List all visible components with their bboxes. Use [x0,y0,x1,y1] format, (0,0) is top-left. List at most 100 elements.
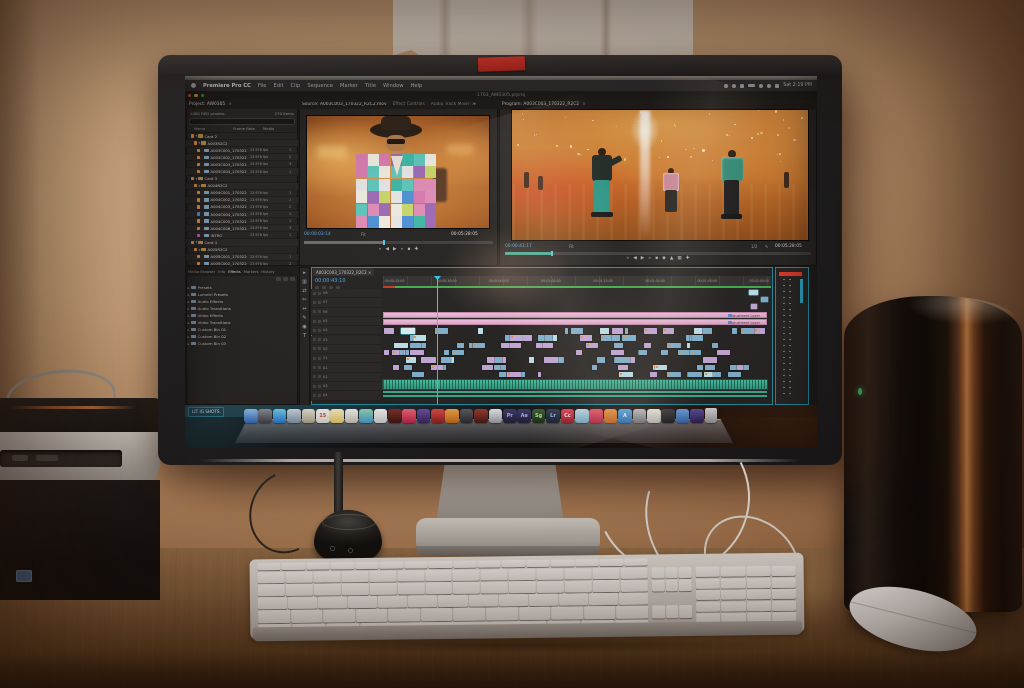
textedit-icon[interactable] [345,409,359,423]
video-clip[interactable] [487,357,495,363]
track-lock-icon[interactable] [313,375,316,378]
menu-app-name[interactable]: Premiere Pro CC [203,83,251,89]
mark-out-button[interactable]: ▪ [407,248,410,253]
track-lock-icon[interactable] [313,310,316,313]
meter-scrollbar[interactable] [800,279,803,303]
calendar-icon[interactable]: 15 [316,409,330,423]
source-playhead-thumb[interactable] [383,240,385,245]
video-clip[interactable] [713,372,722,378]
video-clip[interactable] [743,365,749,371]
track-visibility-icon[interactable] [318,310,321,313]
ripple-edit-tool[interactable]: ⇄ [302,289,306,294]
safari-icon[interactable] [273,409,287,423]
video-clip[interactable] [482,365,493,371]
project-row[interactable]: A003C004_17032223.976 fps1 [186,168,298,175]
launchpad-icon[interactable] [258,409,272,423]
project-row[interactable]: ▾A005R2C2 [186,247,298,254]
track-visibility-icon[interactable] [318,338,321,341]
label-color-chip[interactable] [197,156,200,159]
quicktime-icon[interactable] [489,409,503,423]
photo-booth-icon[interactable] [388,409,402,423]
browser-row[interactable]: ▸Lumetri Presets [186,291,298,298]
track-visibility-icon[interactable] [318,347,321,350]
track-lock-icon[interactable] [313,338,316,341]
video-clip[interactable] [410,343,421,349]
video-clip[interactable] [751,304,757,309]
video-clip[interactable] [495,357,502,363]
program-resolution-select[interactable]: 1/2 [751,244,757,249]
orange-utility-icon[interactable] [445,409,459,423]
red-video-app-icon[interactable] [431,409,445,423]
track-visibility-icon[interactable] [318,385,321,388]
source-current-timecode[interactable]: 00:00:03:14 [304,232,331,237]
video-clip[interactable] [728,372,741,378]
label-color-chip[interactable] [197,212,200,215]
fx-badge[interactable] [755,329,757,331]
track-lock-icon[interactable] [313,357,316,360]
track-header-v4[interactable]: V4 [311,326,381,335]
browser-row[interactable]: ▸Custom Bin 02 [186,333,298,340]
project-row[interactable]: A004C001_17032223.976 fps1 [186,190,298,197]
finder-icon[interactable] [244,409,258,423]
close-icon[interactable]: × [228,102,232,107]
column-media[interactable]: Media [263,126,274,131]
track-header-v2[interactable]: V2 [311,345,381,354]
fx-badge[interactable] [453,351,455,353]
wifi-icon[interactable] [759,84,763,88]
column-name[interactable]: Name [194,126,205,131]
track-visibility-icon[interactable] [318,394,321,397]
project-row[interactable]: A004C005_17032223.976 fps1 [186,218,298,225]
browser-row[interactable]: ▸Audio Effects [186,298,298,305]
menu-item-title[interactable]: Title [365,83,376,89]
track-lock-icon[interactable] [313,301,316,304]
label-color-chip[interactable] [197,163,200,166]
menu-item-help[interactable]: Help [410,83,422,89]
track-visibility-icon[interactable] [318,366,321,369]
pen-tool[interactable]: ✎ [302,316,306,321]
menu-item-clip[interactable]: Clip [291,83,301,89]
track-lock-icon[interactable] [313,385,316,388]
video-clip[interactable] [393,365,400,371]
video-clip[interactable] [494,365,500,371]
razor-tool[interactable]: ✄ [302,298,306,303]
project-row[interactable]: ▾Card 2 [186,133,298,140]
video-clip[interactable] [384,350,389,356]
notes-icon[interactable] [330,409,344,423]
track-header-v3[interactable]: V3 [311,336,381,345]
label-color-chip[interactable] [197,191,200,194]
project-row[interactable]: A004C006_17032223.976 fps3 [186,225,298,232]
video-clip[interactable] [410,335,413,341]
track-visibility-icon[interactable] [318,375,321,378]
track-header-v6[interactable]: V6 [311,308,381,317]
tab-project[interactable]: Project: AW0305 [186,102,228,107]
step-forward-button[interactable]: » [401,248,404,253]
project-row[interactable]: ▾A003R2C2 [186,140,298,147]
track-visibility-icon[interactable] [318,292,321,295]
settings-wrench-icon[interactable]: ✎ [765,244,768,249]
track-header-v1[interactable]: V1 [311,354,381,363]
track-lock-icon[interactable] [313,329,316,332]
video-clip[interactable] [499,372,506,378]
project-row[interactable]: A005C002_17032223.976 fps2 [186,261,298,266]
track-visibility-icon[interactable] [318,301,321,304]
mail-icon[interactable] [287,409,301,423]
track-visibility-icon[interactable] [318,357,321,360]
tab-markers[interactable]: Markers [244,270,259,274]
slip-tool[interactable]: ↭ [302,307,306,312]
project-row[interactable]: A004C002_17032223.976 fps1 [186,197,298,204]
project-row[interactable]: A004C003_17032223.976 fps2 [186,204,298,211]
dvd-player-icon[interactable] [402,409,416,423]
track-lock-icon[interactable] [313,320,316,323]
project-row[interactable]: A003C003_17032223.976 fps3 [186,161,298,168]
menu-item-marker[interactable]: Marker [340,83,358,89]
apple-menu-icon[interactable] [191,83,196,88]
label-color-chip[interactable] [197,219,200,222]
fx-badge[interactable] [432,366,434,368]
menu-item-sequence[interactable]: Sequence [307,83,333,89]
menu-item-window[interactable]: Window [383,83,403,89]
play-button[interactable]: ▶ [393,248,397,253]
tab-source[interactable]: Source: A003C003_170322_R2C2.mov [299,102,390,107]
label-color-chip[interactable] [197,170,200,173]
video-clip[interactable] [730,365,737,371]
tab-media-browser[interactable]: Media Browser [188,270,215,274]
